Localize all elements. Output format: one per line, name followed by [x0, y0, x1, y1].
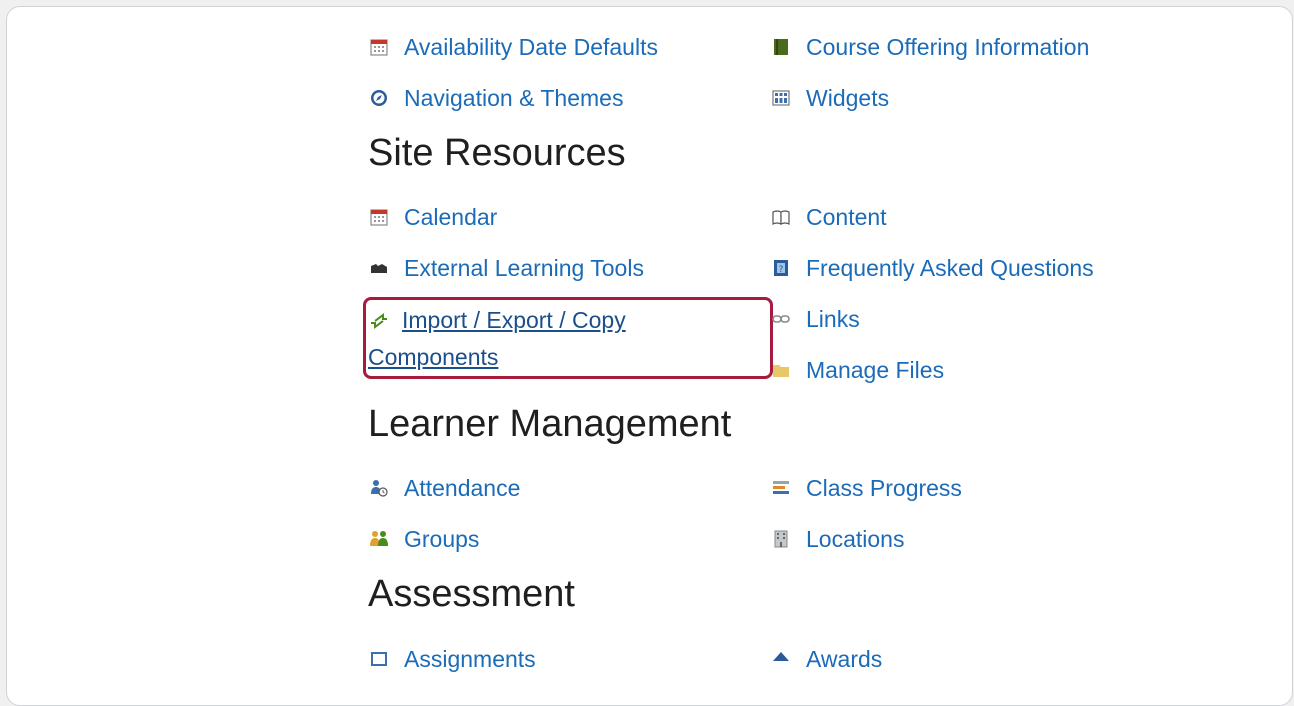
calendar-icon	[368, 36, 390, 58]
import-export-copy-components-link[interactable]: Import / Export / Copy Components	[368, 302, 748, 376]
groups-label: Groups	[404, 526, 480, 552]
links-link[interactable]: Links	[770, 304, 860, 334]
admin-tools-panel: Availability Date Defaults Course Offeri…	[6, 6, 1293, 706]
compass-icon	[368, 87, 390, 109]
availability-date-defaults-label: Availability Date Defaults	[404, 34, 658, 60]
svg-text:?: ?	[779, 265, 784, 275]
attendance-label: Attendance	[404, 475, 521, 501]
content-label: Content	[806, 204, 887, 230]
import-export-icon	[368, 310, 390, 332]
faq-link[interactable]: ? Frequently Asked Questions	[770, 253, 1094, 283]
navigation-themes-link[interactable]: Navigation & Themes	[368, 83, 623, 113]
building-icon	[770, 528, 792, 550]
course-offering-information-link[interactable]: Course Offering Information	[770, 32, 1089, 62]
external-learning-tools-link[interactable]: External Learning Tools	[368, 253, 644, 283]
assignments-link[interactable]: Assignments	[368, 644, 536, 674]
manage-files-label: Manage Files	[806, 357, 945, 383]
widgets-label: Widgets	[806, 85, 890, 111]
class-progress-link[interactable]: Class Progress	[770, 473, 962, 503]
awards-label: Awards	[806, 646, 883, 672]
availability-date-defaults-link[interactable]: Availability Date Defaults	[368, 32, 658, 62]
puzzle-icon	[368, 257, 390, 279]
course-offering-information-label: Course Offering Information	[806, 34, 1090, 60]
locations-link[interactable]: Locations	[770, 524, 904, 554]
folder-icon	[770, 359, 792, 381]
assignments-label: Assignments	[404, 646, 536, 672]
learner-management-heading: Learner Management	[368, 403, 732, 445]
progress-bars-icon	[770, 477, 792, 499]
locations-label: Locations	[806, 526, 905, 552]
group-people-icon	[368, 528, 390, 550]
faq-label: Frequently Asked Questions	[806, 255, 1094, 281]
site-resources-heading: Site Resources	[368, 132, 626, 174]
open-book-icon	[770, 206, 792, 228]
chain-link-icon	[770, 308, 792, 330]
attendance-icon	[368, 477, 390, 499]
external-learning-tools-label: External Learning Tools	[404, 255, 644, 281]
calendar-link[interactable]: Calendar	[368, 202, 497, 232]
calendar-label: Calendar	[404, 204, 498, 230]
content-link[interactable]: Content	[770, 202, 887, 232]
groups-link[interactable]: Groups	[368, 524, 479, 554]
import-export-label-line1: Import / Export / Copy	[402, 307, 626, 333]
attendance-link[interactable]: Attendance	[368, 473, 520, 503]
calendar-icon	[368, 206, 390, 228]
book-icon	[770, 36, 792, 58]
class-progress-label: Class Progress	[806, 475, 962, 501]
question-book-icon: ?	[770, 257, 792, 279]
manage-files-link[interactable]: Manage Files	[770, 355, 944, 385]
assessment-heading: Assessment	[368, 573, 575, 615]
widgets-icon	[770, 87, 792, 109]
links-label: Links	[806, 306, 860, 332]
import-export-label-line2: Components	[368, 344, 499, 370]
widgets-link[interactable]: Widgets	[770, 83, 889, 113]
navigation-themes-label: Navigation & Themes	[404, 85, 624, 111]
awards-link[interactable]: Awards	[770, 644, 882, 674]
